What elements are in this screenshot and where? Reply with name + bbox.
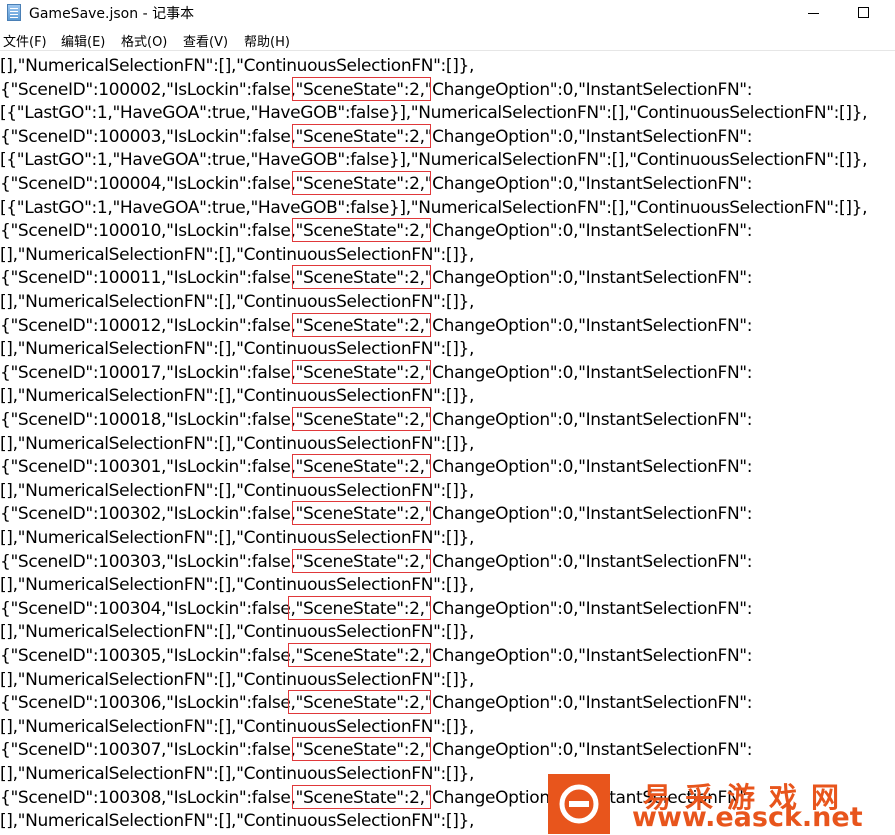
text-line: [{"LastGO":1,"HaveGOA":true,"HaveGOB":fa… [0,103,868,124]
text-line: [],"NumericalSelectionFN":[],"Continuous… [0,480,475,501]
text-line: [],"NumericalSelectionFN":[],"Continuous… [0,339,475,360]
scenestate-highlight-box [292,218,431,243]
text-line: [],"NumericalSelectionFN":[],"Continuous… [0,716,475,737]
scenestate-highlight-box [292,454,431,479]
scenestate-highlight-box [292,548,431,573]
watermark-logo-icon [548,774,610,834]
menu-format[interactable]: 格式(O) [121,31,167,50]
scenestate-highlight-box [292,171,431,195]
text-line: [],"NumericalSelectionFN":[],"Continuous… [0,292,475,312]
scenestate-highlight-box [292,737,431,762]
scenestate-highlight-box [288,690,431,715]
scenestate-highlight-box [292,76,431,101]
text-editor-area[interactable]: [],"NumericalSelectionFN":[],"Continuous… [0,50,895,835]
scenestate-highlight-box [288,643,431,667]
scenestate-highlight-box [292,501,431,526]
text-line: [{"LastGO":1,"HaveGOA":true,"HaveGOB":fa… [0,150,868,171]
text-line: [],"NumericalSelectionFN":[],"Continuous… [0,669,475,690]
maximize-button[interactable] [838,0,888,28]
menu-help[interactable]: 帮助(H) [244,31,290,50]
scenestate-highlight-box [288,595,431,620]
scenestate-highlight-box [292,784,431,809]
text-line: [],"NumericalSelectionFN":[],"Continuous… [0,575,475,596]
scenestate-highlight-box [292,123,431,148]
menu-bar: 文件(F) 编辑(E) 格式(O) 查看(V) 帮助(H) [0,28,895,50]
menu-file[interactable]: 文件(F) [3,31,47,50]
window-title: GameSave.json - 记事本 [29,6,195,22]
text-line: [],"NumericalSelectionFN":[],"Continuous… [0,528,475,548]
menu-edit[interactable]: 编辑(E) [61,31,105,50]
scenestate-highlight-box [292,265,431,290]
watermark: 易采游戏网 www.easck.net [548,774,895,834]
scenestate-highlight-box [292,359,431,384]
text-line: [],"NumericalSelectionFN":[],"Continuous… [0,56,475,76]
text-line: [],"NumericalSelectionFN":[],"Continuous… [0,244,475,265]
minimize-button[interactable] [789,0,839,28]
text-line: [],"NumericalSelectionFN":[],"Continuous… [0,622,475,643]
title-bar: GameSave.json - 记事本 [0,0,895,28]
text-line: [],"NumericalSelectionFN":[],"Continuous… [0,433,475,454]
text-line: [],"NumericalSelectionFN":[],"Continuous… [0,811,475,832]
text-line: [],"NumericalSelectionFN":[],"Continuous… [0,386,475,407]
scenestate-highlight-box [292,407,431,431]
menu-view[interactable]: 查看(V) [183,31,228,50]
text-line: [{"LastGO":1,"HaveGOA":true,"HaveGOB":fa… [0,197,868,218]
text-line: [],"NumericalSelectionFN":[],"Continuous… [0,764,475,784]
notepad-icon [7,4,21,21]
scenestate-highlight-box [292,312,431,337]
watermark-url: www.easck.net [632,802,863,833]
